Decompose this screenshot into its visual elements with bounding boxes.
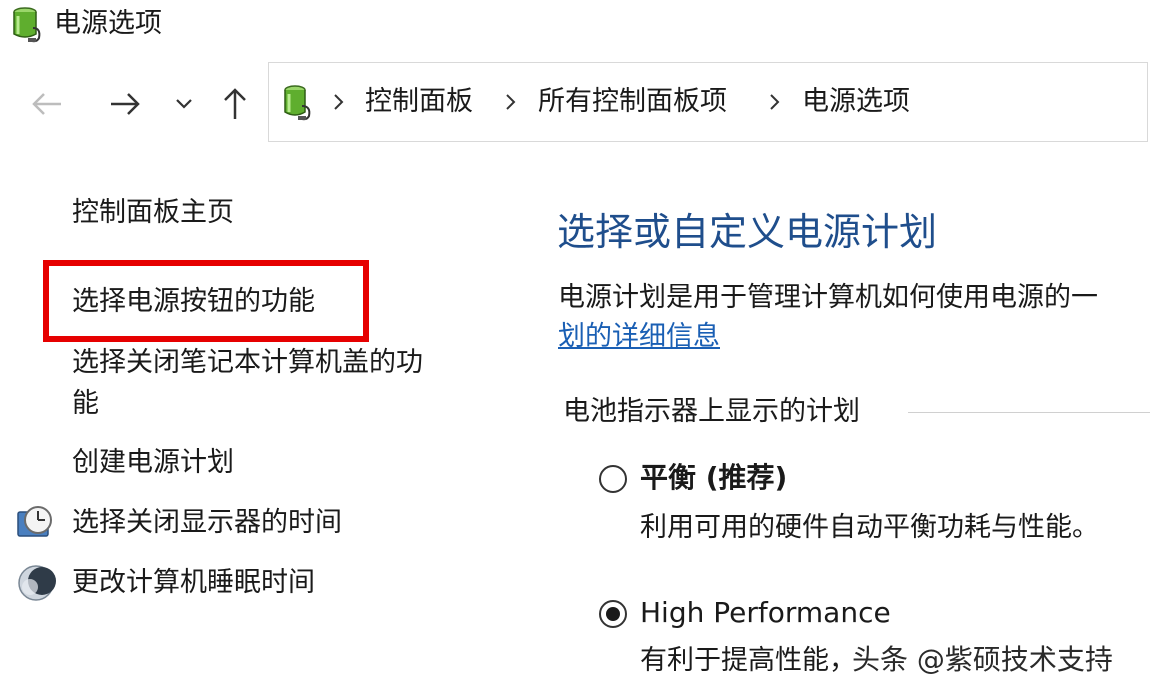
window-title: 电源选项	[54, 8, 162, 39]
sidebar-link-lid-close-function-cont[interactable]: 能	[72, 383, 99, 425]
details-link[interactable]: 划的详细信息	[558, 317, 720, 357]
watermark-text: 头条 @紫硕技术支持	[852, 643, 1113, 676]
moon-sleep-icon	[18, 565, 56, 601]
address-bar[interactable]: 控制面板 所有控制面板项 电源选项	[268, 62, 1148, 142]
plan-name-high-performance[interactable]: High Performance	[640, 593, 891, 633]
sidebar-link-display-off-time[interactable]: 选择关闭显示器的时间	[72, 502, 342, 544]
group-divider	[908, 412, 1150, 413]
plan-name-balanced[interactable]: 平衡 (推荐)	[640, 458, 787, 498]
title-bar: 电源选项	[0, 0, 1150, 50]
page-title: 选择或自定义电源计划	[557, 210, 938, 254]
breadcrumb-all-control-panel-items[interactable]: 所有控制面板项	[538, 83, 727, 121]
power-options-battery-icon	[13, 7, 41, 43]
arrow-right-icon	[111, 93, 140, 115]
power-options-battery-icon	[284, 85, 311, 121]
arrow-left-icon	[32, 93, 61, 115]
back-button[interactable]	[24, 82, 70, 126]
radio-high-performance[interactable]	[598, 599, 628, 629]
display-clock-icon	[17, 506, 52, 537]
sidebar-link-create-power-plan[interactable]: 创建电源计划	[72, 442, 234, 484]
battery-plans-group-label: 电池指示器上显示的计划	[563, 396, 860, 427]
chevron-right-icon	[334, 94, 344, 110]
plan-description-balanced: 利用可用的硬件自动平衡功耗与性能。	[640, 512, 1099, 543]
radio-balanced[interactable]	[598, 464, 628, 494]
page-description: 电源计划是用于管理计算机如何使用电源的一	[558, 282, 1098, 313]
up-button[interactable]	[212, 82, 258, 126]
sidebar-link-sleep-time[interactable]: 更改计算机睡眠时间	[72, 562, 315, 604]
forward-button[interactable]	[102, 82, 148, 126]
plan-description-high-performance: 有利于提高性能，	[640, 645, 856, 676]
recent-locations-button[interactable]	[168, 82, 200, 126]
sidebar-link-lid-close-function[interactable]: 选择关闭笔记本计算机盖的功	[72, 342, 423, 384]
chevron-down-icon	[176, 99, 192, 109]
arrow-up-icon	[224, 88, 246, 119]
sidebar-link-power-button-function[interactable]: 选择电源按钮的功能	[72, 281, 315, 323]
breadcrumb-power-options[interactable]: 电源选项	[802, 83, 910, 121]
chevron-right-icon[interactable]	[765, 87, 785, 117]
sidebar-link-control-panel-home[interactable]: 控制面板主页	[72, 192, 234, 234]
power-options-window: 电源选项 控制面板 所有控制面板项 电源选项 控制面板主页 选择电源按钮的功能 …	[0, 0, 1150, 694]
chevron-right-icon[interactable]	[501, 87, 521, 117]
breadcrumb-control-panel[interactable]: 控制面板	[365, 83, 473, 121]
